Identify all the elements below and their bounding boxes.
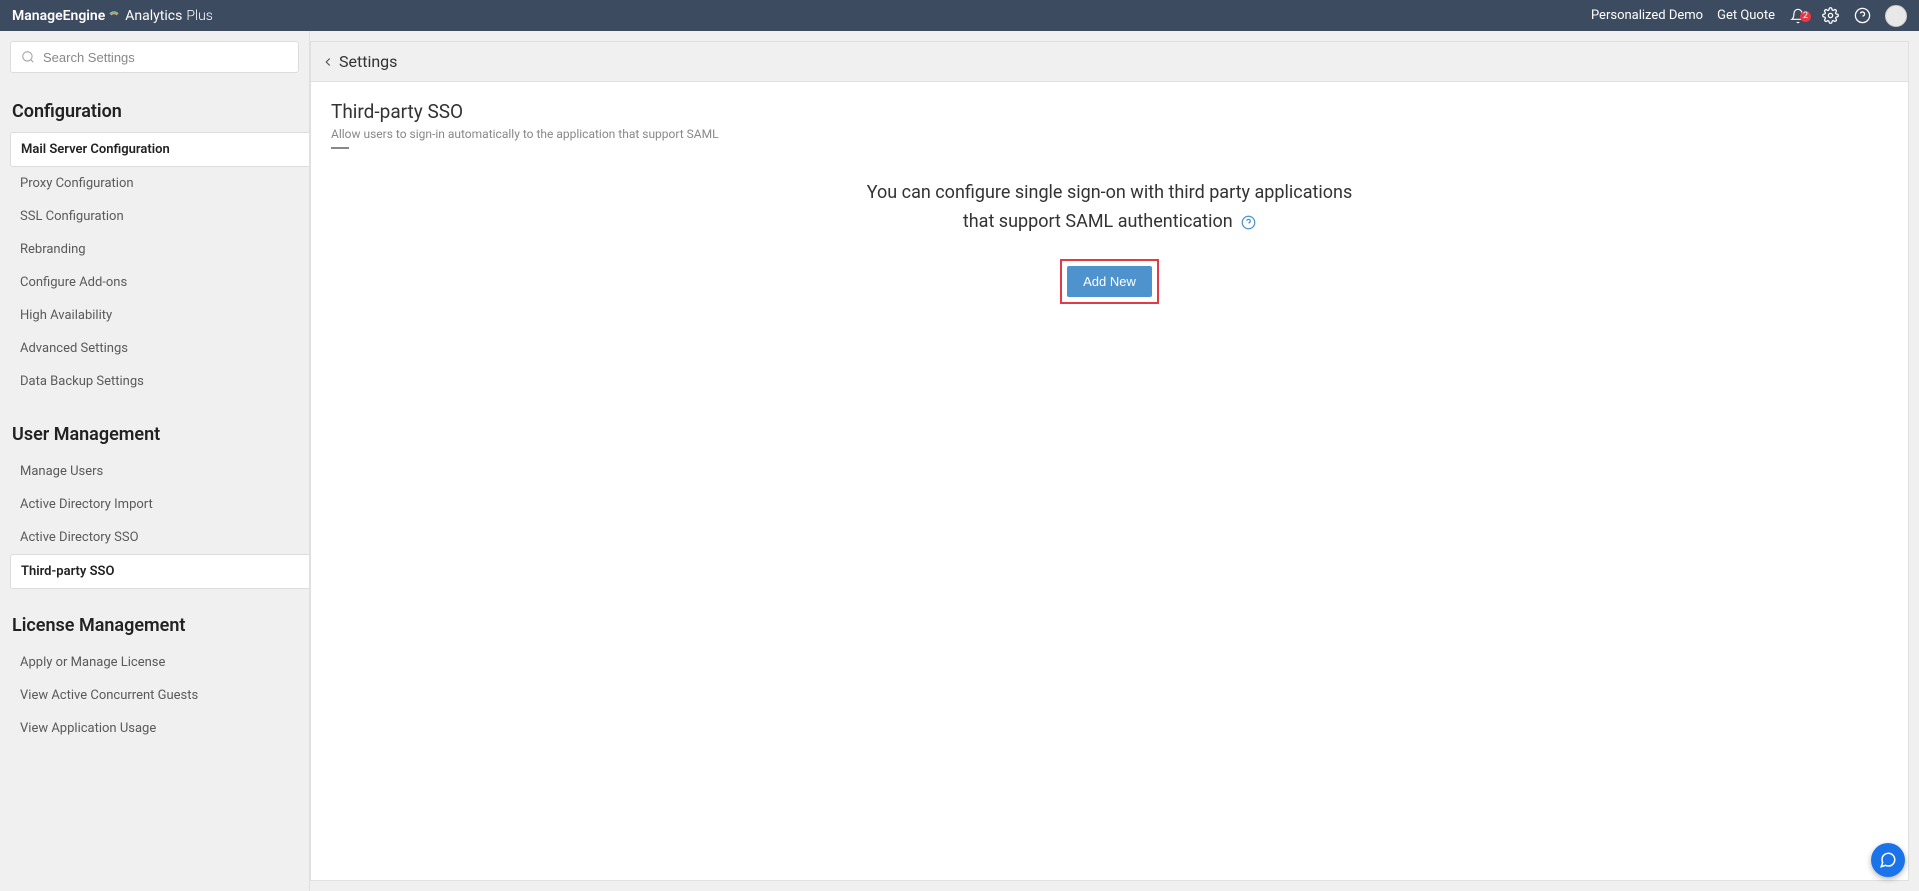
sidebar-item-backup[interactable]: Data Backup Settings [10, 365, 299, 398]
title-underline [331, 147, 349, 149]
sidebar-item-advanced[interactable]: Advanced Settings [10, 332, 299, 365]
notification-icon[interactable]: 2 [1789, 7, 1807, 25]
settings-icon[interactable] [1821, 7, 1839, 25]
sidebar-item-ssl[interactable]: SSL Configuration [10, 200, 299, 233]
sidebar-item-ad-sso[interactable]: Active Directory SSO [10, 521, 299, 554]
breadcrumb-title: Settings [339, 52, 397, 71]
personalized-demo-link[interactable]: Personalized Demo [1591, 8, 1703, 23]
sidebar-item-mail-server[interactable]: Mail Server Configuration [10, 132, 310, 167]
sidebar-item-application-usage[interactable]: View Application Usage [10, 712, 299, 745]
sidebar-item-third-party-sso[interactable]: Third-party SSO [10, 554, 310, 589]
add-new-highlight: Add New [1060, 259, 1159, 304]
get-quote-link[interactable]: Get Quote [1717, 8, 1775, 23]
sidebar-item-concurrent-guests[interactable]: View Active Concurrent Guests [10, 679, 299, 712]
section-user-management: User Management [10, 416, 299, 455]
breadcrumb-back[interactable]: Settings [321, 52, 397, 71]
empty-state-line1: You can configure single sign-on with th… [331, 179, 1888, 208]
app-logo[interactable]: ManageEngine Analytics Plus [12, 8, 213, 24]
app-header: ManageEngine Analytics Plus Personalized… [0, 0, 1919, 31]
section-license-management: License Management [10, 607, 299, 646]
avatar[interactable] [1885, 5, 1907, 27]
empty-state-line2: that support SAML authentication [331, 208, 1888, 237]
content-wrapper: Configuration Mail Server Configuration … [0, 31, 1919, 891]
sidebar-item-ha[interactable]: High Availability [10, 299, 299, 332]
panel-title: Third-party SSO [331, 100, 1888, 123]
section-configuration: Configuration [10, 93, 299, 132]
sidebar-item-manage-users[interactable]: Manage Users [10, 455, 299, 488]
logo-suffix: Plus [186, 8, 213, 24]
sidebar-item-rebranding[interactable]: Rebranding [10, 233, 299, 266]
chat-fab[interactable] [1871, 843, 1905, 877]
help-inline-icon[interactable] [1241, 215, 1256, 230]
help-icon[interactable] [1853, 7, 1871, 25]
sidebar-item-proxy[interactable]: Proxy Configuration [10, 167, 299, 200]
logo-brand: ManageEngine [12, 8, 105, 24]
search-icon [21, 50, 35, 64]
notification-badge: 2 [1800, 11, 1811, 22]
sidebar-item-addons[interactable]: Configure Add-ons [10, 266, 299, 299]
sidebar: Configuration Mail Server Configuration … [0, 31, 310, 891]
breadcrumb-bar: Settings [310, 41, 1909, 81]
search-input[interactable] [43, 50, 288, 65]
sidebar-item-ad-import[interactable]: Active Directory Import [10, 488, 299, 521]
logo-arc-icon [108, 6, 120, 22]
panel-subtitle: Allow users to sign-in automatically to … [331, 127, 1888, 141]
empty-state: You can configure single sign-on with th… [331, 179, 1888, 304]
sidebar-item-apply-license[interactable]: Apply or Manage License [10, 646, 299, 679]
header-right: Personalized Demo Get Quote 2 [1591, 5, 1907, 27]
search-box[interactable] [10, 41, 299, 73]
chat-icon [1879, 851, 1897, 869]
main-panel: Third-party SSO Allow users to sign-in a… [310, 81, 1909, 881]
chevron-left-icon [321, 55, 335, 69]
add-new-button[interactable]: Add New [1067, 266, 1152, 297]
main-area: Settings Third-party SSO Allow users to … [310, 31, 1919, 891]
logo-product: Analytics [125, 8, 182, 24]
